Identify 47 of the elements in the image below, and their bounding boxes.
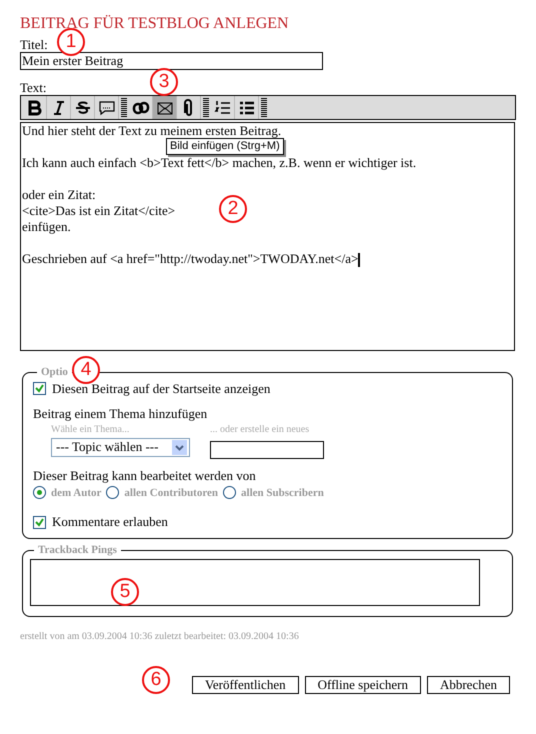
callout-marker: 5 [111, 578, 139, 606]
title-field[interactable]: Mein erster Beitrag [20, 52, 323, 70]
chevron-down-icon [172, 440, 187, 454]
checkbox[interactable] [33, 382, 46, 395]
radio-label: allen Contributoren [124, 486, 218, 500]
toolbar-separator [261, 98, 267, 117]
callout-marker: 2 [219, 195, 247, 223]
text-paragraph: Und hier steht der Text zu meinem ersten Beitrag. [22, 123, 282, 138]
form-button[interactable]: Abbrechen [426, 676, 510, 694]
checkbox-label: Kommentare erlauben [52, 514, 168, 530]
radio-label: allen Subscribern [241, 486, 324, 500]
text-paragraph: oder ein Zitat: <cite>Das ist ein Zitat</cite> einfügen. [22, 187, 176, 234]
speech-bubble-icon [98, 98, 116, 116]
meta-info: erstellt von am 03.09.2004 10:36 zuletzt bearbeitet: 03.09.2004 10:36 [20, 630, 300, 644]
new-topic-label: ... oder erstelle ein neues [210, 424, 310, 436]
numbered-list-icon [214, 98, 232, 116]
topic-select[interactable]: --- Topic wählen --- [51, 438, 190, 456]
callout-marker: 3 [150, 68, 178, 96]
radio-label: dem Autor [51, 486, 102, 500]
options-legend: Optio [37, 364, 72, 380]
text-cursor [358, 253, 360, 268]
editors-heading: Dieser Beitrag kann bearbeitet werden von [33, 468, 257, 484]
trackback-legend: Trackback Pings [34, 542, 121, 558]
text-paragraph: Ich kann auch einfach <b>Text fett</b> machen, z.B. wenn er wichtiger ist. [22, 155, 416, 170]
checkbox[interactable] [33, 516, 46, 528]
form-button[interactable]: Offline speichern [304, 676, 421, 694]
radio-button[interactable] [223, 486, 236, 500]
text-paragraph: Geschrieben auf <a href="http://twoday.net">TWODAY.net</a> [22, 251, 358, 266]
text-area[interactable] [20, 122, 515, 351]
strikethrough-icon [74, 98, 92, 116]
topic-heading: Beitrag einem Thema hinzufügen [33, 406, 208, 422]
trackback-field[interactable] [30, 558, 480, 606]
callout-marker: 6 [142, 666, 170, 694]
toolbar-button[interactable] [153, 96, 177, 119]
text-label: Text: [20, 81, 48, 95]
radio-button[interactable] [106, 486, 120, 500]
callout-marker: 4 [72, 356, 100, 384]
toolbar-separator [121, 98, 127, 117]
callout-marker: 1 [57, 28, 85, 56]
tooltip: Bild einfügen (Strg+M) [166, 138, 284, 155]
bold-icon [26, 98, 44, 116]
title-label: Titel: [20, 37, 48, 52]
toolbar-separator [203, 98, 209, 117]
form-button[interactable]: Veröffentlichen [192, 676, 299, 694]
new-topic-field[interactable] [210, 440, 324, 458]
select-label: Wähle ein Thema... [51, 424, 130, 436]
radio-button[interactable] [33, 486, 46, 500]
